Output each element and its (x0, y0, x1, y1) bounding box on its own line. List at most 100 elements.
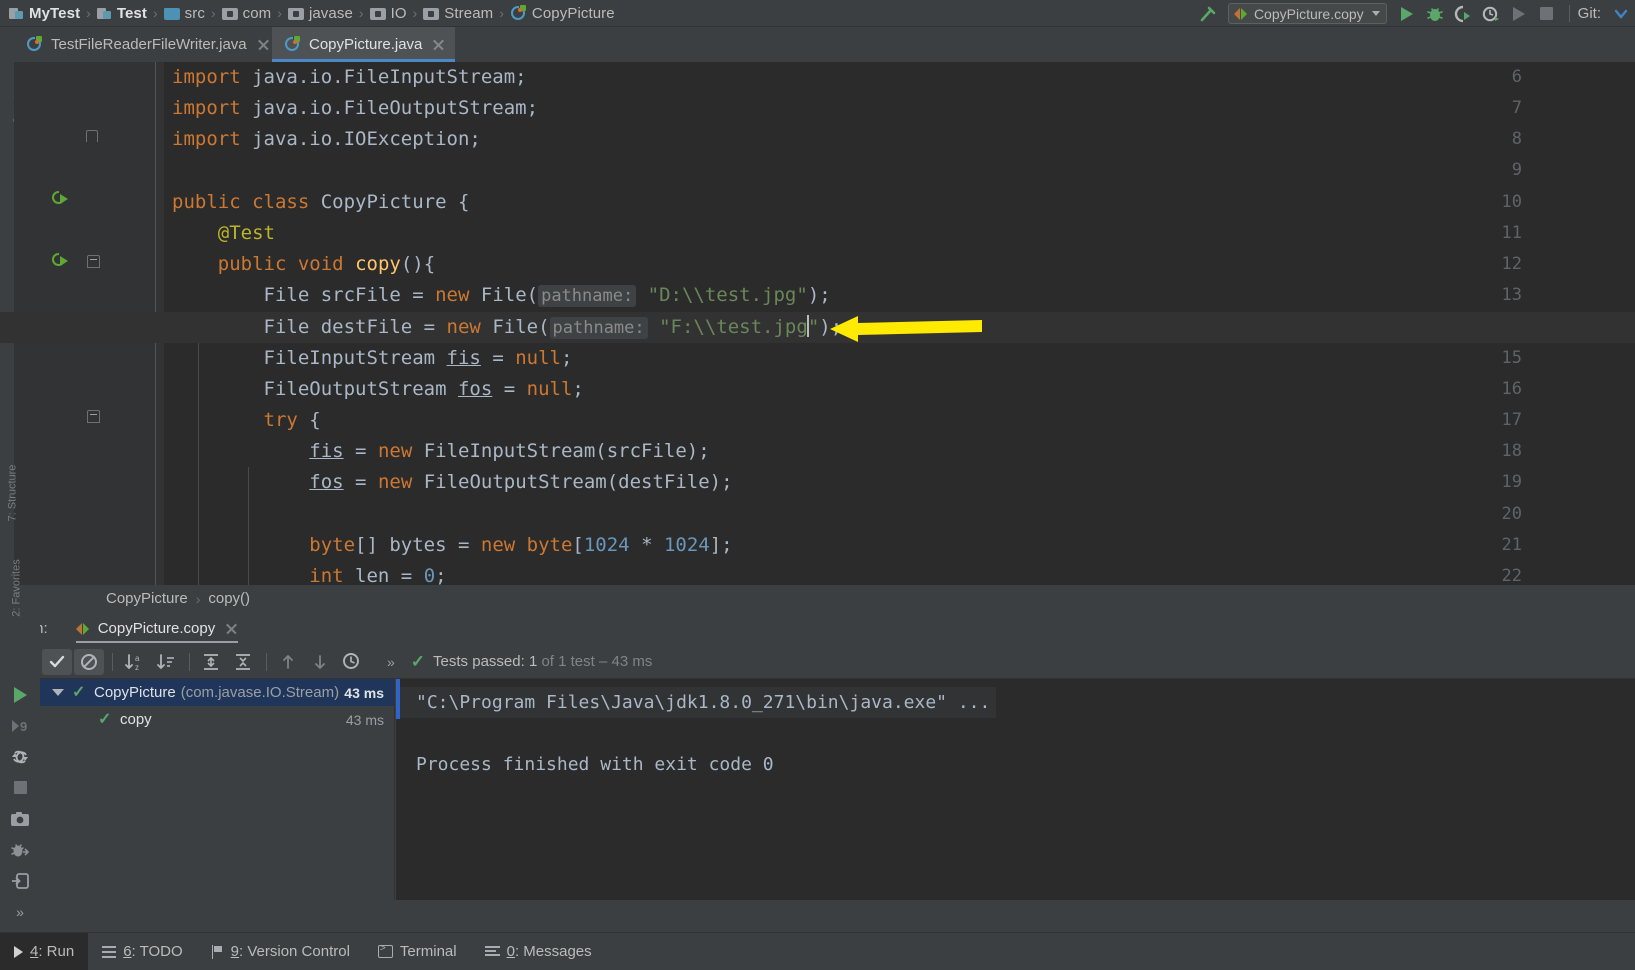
breadcrumb-item-src[interactable]: src (161, 0, 208, 27)
test-package-name: (com.javase.IO.Stream) (180, 684, 340, 701)
status-bar-item-run[interactable]: 4: Run (0, 932, 89, 970)
status-bar-item-todo[interactable]: 6: TODO (88, 933, 196, 970)
test-tree-row-copy[interactable]: ✓ copy 43 ms (40, 706, 394, 733)
code-line[interactable]: import java.io.IOException; (164, 124, 1635, 155)
toggle-auto-test-icon[interactable] (0, 741, 40, 772)
stop-icon[interactable] (0, 772, 40, 803)
close-icon[interactable] (432, 38, 445, 51)
svg-text:9: 9 (20, 719, 27, 734)
test-class-name: CopyPicture (94, 684, 176, 701)
code-line[interactable]: fos = new FileOutputStream(destFile); (164, 467, 1635, 498)
debug-icon[interactable] (0, 834, 40, 865)
show-ignored-icon[interactable] (74, 648, 104, 675)
structure-tool-label[interactable]: 7: Structure (6, 465, 18, 522)
breadcrumb-item-copypicture[interactable]: CopyPicture (507, 0, 618, 27)
fold-arrow-icon[interactable] (87, 410, 100, 423)
code-line[interactable]: fis = new FileInputStream(srcFile); (164, 436, 1635, 467)
source-folder-icon (163, 7, 180, 20)
prev-failed-icon[interactable] (273, 649, 303, 675)
code-editor[interactable]: Structure 6 7 8 9 10 11 12 13 14 15 16 1… (0, 62, 1635, 585)
run-tab-copypicture-copy[interactable]: CopyPicture.copy (75, 612, 239, 645)
active-run-tab-indicator (75, 640, 239, 643)
code-content[interactable]: import java.io.FileInputStream; import j… (0, 62, 1635, 585)
breadcrumb-item-stream[interactable]: Stream (420, 0, 496, 27)
test-results-tree[interactable]: ✓ CopyPicture (com.javase.IO.Stream) 43 … (40, 679, 395, 900)
run-coverage-icon[interactable] (1449, 0, 1477, 27)
rerun-failed-icon[interactable]: 9 (0, 710, 40, 741)
run-test-icon[interactable] (52, 252, 69, 269)
editor-tab-copypicture[interactable]: CopyPicture.java (272, 27, 456, 62)
sort-alphabetically-icon[interactable]: az (119, 649, 149, 675)
editor-tabs: TestFileReaderFileWriter.java CopyPictur… (0, 27, 1635, 62)
close-icon[interactable] (225, 622, 238, 635)
junit-config-icon (75, 622, 90, 636)
code-line[interactable]: public void copy(){ (164, 249, 1635, 280)
next-failed-icon[interactable] (305, 649, 335, 675)
code-line-highlighted[interactable]: File destFile = new File(pathname: "F:\\… (0, 311, 1635, 343)
code-line[interactable]: @Test (164, 218, 1635, 249)
breadcrumb-item-javase[interactable]: javase (285, 0, 356, 27)
code-line[interactable]: File srcFile = new File(pathname: "D:\\t… (164, 280, 1635, 311)
breadcrumb-item-com[interactable]: com (219, 0, 275, 27)
fold-arrow-icon[interactable] (87, 255, 100, 268)
stop-icon[interactable] (1533, 0, 1561, 27)
code-line[interactable]: FileOutputStream fos = null; (164, 374, 1635, 405)
code-line[interactable]: FileInputStream fis = null; (164, 343, 1635, 374)
code-line[interactable]: int len = 0; (164, 561, 1635, 585)
breadcrumb-label: CopyPicture (531, 4, 615, 22)
editor-tab-testfilereaderfilewriter[interactable]: TestFileReaderFileWriter.java (14, 27, 280, 62)
close-icon[interactable] (257, 38, 270, 51)
run-icon[interactable] (1393, 0, 1421, 27)
status-bar-item-terminal[interactable]: Terminal (364, 933, 471, 970)
breadcrumb-class[interactable]: CopyPicture (106, 590, 188, 607)
code-line[interactable] (164, 499, 1635, 530)
more-icon[interactable]: » (0, 896, 40, 927)
toolbar-divider (266, 652, 267, 671)
sort-by-duration-icon[interactable] (151, 649, 181, 675)
profiler-icon[interactable] (1477, 0, 1505, 27)
run-icon (14, 945, 23, 958)
screenshot-icon[interactable] (0, 803, 40, 834)
toolbar-overflow-icon[interactable]: » (387, 654, 395, 670)
favorites-tool-label[interactable]: 2: Favorites (11, 559, 23, 616)
console-output[interactable]: "C:\Program Files\Java\jdk1.8.0_271\bin\… (396, 679, 1635, 900)
tests-passed-check-icon: ✓ (410, 651, 426, 671)
run-configuration-selector[interactable]: CopyPicture.copy (1227, 3, 1387, 24)
code-line[interactable]: import java.io.FileInputStream; (164, 62, 1635, 93)
status-time: 43 ms (611, 653, 653, 670)
breadcrumb-item-io[interactable]: IO (367, 0, 410, 27)
status-bar-item-messages[interactable]: 0: Messages (471, 933, 606, 970)
breadcrumb-item-test[interactable]: Test (94, 0, 150, 27)
expand-all-icon[interactable] (196, 649, 226, 675)
export-icon[interactable] (0, 865, 40, 896)
build-hammer-icon[interactable] (1194, 0, 1222, 27)
run-tool-window: Run: CopyPicture.copy az (0, 465, 1635, 920)
status-suffix: of 1 test (541, 653, 595, 670)
code-line[interactable]: byte[] bytes = new byte[1024 * 1024]; (164, 530, 1635, 561)
collapse-all-icon[interactable] (228, 649, 258, 675)
git-update-icon[interactable] (1607, 0, 1635, 27)
breadcrumb-item-mytest[interactable]: MyTest (6, 0, 83, 27)
run-test-icon[interactable] (52, 190, 69, 207)
fold-bracket-icon[interactable] (86, 130, 98, 142)
code-line[interactable]: public class CopyPicture { (164, 187, 1635, 218)
test-tree-row-copypicture[interactable]: ✓ CopyPicture (com.javase.IO.Stream) 43 … (40, 679, 394, 706)
package-icon (221, 7, 238, 20)
rerun-icon[interactable] (0, 679, 40, 710)
rerun-icon[interactable] (1505, 0, 1533, 27)
show-passed-icon[interactable] (42, 648, 72, 675)
status-bar-item-version-control[interactable]: 9: Version Control (197, 933, 364, 970)
code-line[interactable]: try { (164, 405, 1635, 436)
breadcrumb-method[interactable]: copy() (208, 590, 250, 607)
code-line[interactable]: import java.io.FileOutputStream; (164, 93, 1635, 124)
svg-text:a: a (135, 654, 140, 663)
breadcrumb-label: Test (116, 4, 147, 22)
main-toolbar: CopyPicture.copy Git: (1194, 0, 1635, 27)
test-history-icon[interactable] (337, 649, 367, 675)
editor-tab-label: TestFileReaderFileWriter.java (51, 36, 247, 53)
code-line[interactable] (164, 156, 1635, 187)
debug-icon[interactable] (1421, 0, 1449, 27)
expand-arrow-icon[interactable] (52, 689, 64, 696)
toolbar-divider (189, 652, 190, 671)
breadcrumb-separator: › (210, 5, 216, 21)
